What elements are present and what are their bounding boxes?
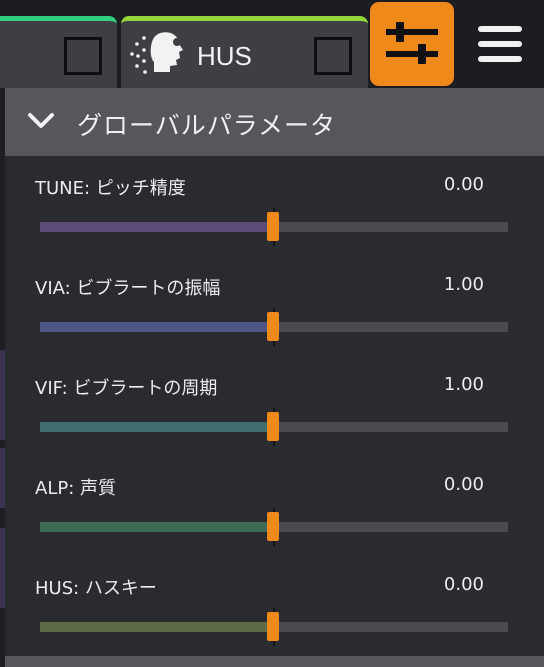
panel-header[interactable]: グローバルパラメータ [5, 88, 544, 156]
slider-thumb[interactable] [267, 312, 279, 341]
parameter-value: 0.00 [443, 474, 484, 495]
parameter-row: VIF: ビブラートの周期 1.00 [5, 374, 544, 474]
hamburger-menu-icon[interactable] [472, 20, 528, 68]
parameter-label: VIF: ビブラートの周期 [35, 378, 218, 399]
slider-thumb[interactable] [267, 212, 279, 241]
slider-thumb[interactable] [267, 612, 279, 641]
top-bar: HUS [0, 0, 544, 88]
slider-fill [40, 222, 270, 232]
slider-thumb[interactable] [267, 412, 279, 441]
parameter-value: 0.00 [443, 174, 484, 195]
parameter-row: HUS: ハスキー 0.00 [5, 574, 544, 667]
parameter-row: VIA: ビブラートの振幅 1.00 [5, 274, 544, 374]
parameter-row: ALP: 声質 0.00 [5, 474, 544, 574]
slider-fill [40, 422, 270, 432]
track-2-name: HUS [197, 41, 252, 71]
track-tab-2[interactable]: HUS [121, 16, 368, 88]
slider-fill [40, 322, 270, 332]
parameter-label: VIA: ビブラートの振幅 [35, 278, 221, 299]
track-2-checkbox[interactable] [314, 37, 352, 75]
slider-fill [40, 622, 270, 632]
panel-footer [5, 656, 544, 667]
global-parameters-panel: グローバルパラメータ TUNE: ピッチ精度 0.00 VIA: ビブラートの振幅 1… [5, 88, 544, 667]
parameter-value: 1.00 [443, 374, 484, 395]
panel-title: グローバルパラメータ [77, 111, 337, 140]
slider-fill [40, 522, 270, 532]
parameter-value: 0.00 [443, 574, 484, 595]
parameter-label: TUNE: ピッチ精度 [35, 178, 186, 199]
slider-thumb[interactable] [267, 512, 279, 541]
chevron-down-icon[interactable] [27, 112, 55, 130]
parameter-label: HUS: ハスキー [35, 578, 157, 599]
voice-head-icon [130, 32, 183, 74]
parameter-row: TUNE: ピッチ精度 0.00 [5, 174, 544, 274]
track-tab-1[interactable] [0, 16, 117, 88]
parameter-label: ALP: 声質 [35, 478, 116, 499]
track-1-checkbox[interactable] [64, 37, 102, 75]
parameter-value: 1.00 [443, 274, 484, 295]
sliders-icon [386, 22, 438, 64]
parameters-button[interactable] [370, 2, 454, 86]
